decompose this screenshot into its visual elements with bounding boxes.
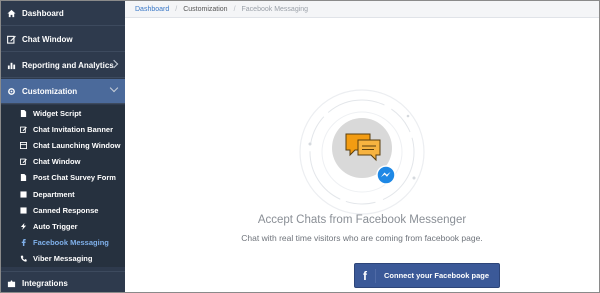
sidebar-subitem-facebook-messaging[interactable]: Facebook Messaging [1,235,125,251]
sidebar-item-integrations[interactable]: Integrations [1,271,125,292]
sidebar-subitem-viber-messaging[interactable]: Viber Messaging [1,251,125,267]
bolt-icon [20,222,27,230]
sidebar-item-label: Widget Script [33,108,82,118]
page-title: Accept Chats from Facebook Messenger [257,214,467,226]
sidebar-item-label: Reporting and Analytics [22,60,114,70]
sidebar-item-dashboard[interactable]: Dashboard [1,1,125,26]
app-frame: Dashboard Chat Window Reporting and Anal… [0,0,600,293]
facebook-icon: f [355,268,376,283]
sidebar-item-label: Integrations [22,279,68,288]
sidebar-subitem-canned-response[interactable]: Canned Response [1,202,125,218]
sidebar-item-label: Department [33,189,75,199]
edit-icon [20,126,27,133]
messenger-icon [376,165,396,185]
breadcrumb-dashboard[interactable]: Dashboard [135,6,169,13]
sidebar-item-label: Chat Launching Window [33,140,121,150]
edit-icon [20,158,27,166]
facebook-icon [20,239,27,247]
chevron-down-icon [109,83,119,93]
sidebar-item-label: Chat Window [33,157,81,167]
sidebar-item-label: Auto Trigger [33,221,78,231]
sidebar-item-chat-window[interactable]: Chat Window [1,27,125,52]
connect-facebook-label: Connect your Facebook page [384,271,490,280]
window-icon [20,141,27,149]
sidebar-item-label: Chat Window [22,34,73,44]
sidebar-subitem-chat-invitation-banner[interactable]: Chat Invitation Banner [1,121,125,137]
breadcrumb-separator: / [233,5,236,13]
breadcrumb-separator: / [175,5,178,13]
sidebar-subitem-chat-window[interactable]: Chat Window [1,154,125,170]
sidebar-item-label: Post Chat Survey Form [33,173,116,183]
sidebar-subitem-post-chat-survey-form[interactable]: Post Chat Survey Form [1,170,125,186]
stop-icon [20,207,27,214]
page-subtitle: Chat with real time visitors who are com… [241,233,483,243]
sidebar-item-customization[interactable]: Customization [1,79,125,104]
chart-icon [7,61,16,70]
sidebar-subitem-auto-trigger[interactable]: Auto Trigger [1,218,125,234]
main-content: Accept Chats from Facebook Messenger Cha… [125,18,599,292]
connect-facebook-button[interactable]: f Connect your Facebook page [354,263,500,288]
messenger-illustration [299,89,425,215]
sidebar-item-label: Canned Response [33,205,99,215]
file-icon [20,174,27,182]
sidebar-item-label: Viber Messaging [33,254,93,264]
breadcrumb-current: Facebook Messaging [241,5,309,13]
list-icon [20,190,27,198]
breadcrumb-customization[interactable]: Customization [183,6,227,13]
sidebar-subitem-department[interactable]: Department [1,186,125,202]
viber-icon [20,255,27,262]
edit-icon [7,35,16,44]
sidebar: Dashboard Chat Window Reporting and Anal… [1,1,125,292]
breadcrumb: Dashboard / Customization / Facebook Mes… [125,1,599,18]
sidebar-item-reporting[interactable]: Reporting and Analytics [1,53,125,78]
sidebar-item-label: Customization [22,86,78,96]
sidebar-item-label: Dashboard [22,8,64,18]
sidebar-item-label: Facebook Messaging [33,238,109,248]
file-icon [20,109,27,117]
sidebar-subitem-widget-script[interactable]: Widget Script [1,105,125,121]
puzzle-icon [7,279,16,288]
gear-icon [7,87,16,96]
customization-submenu: Widget Script Chat Invitation Banner Cha… [1,105,125,267]
sidebar-subitem-chat-launching-window[interactable]: Chat Launching Window [1,137,125,153]
sidebar-item-label: Chat Invitation Banner [33,124,114,134]
home-icon [7,9,16,18]
